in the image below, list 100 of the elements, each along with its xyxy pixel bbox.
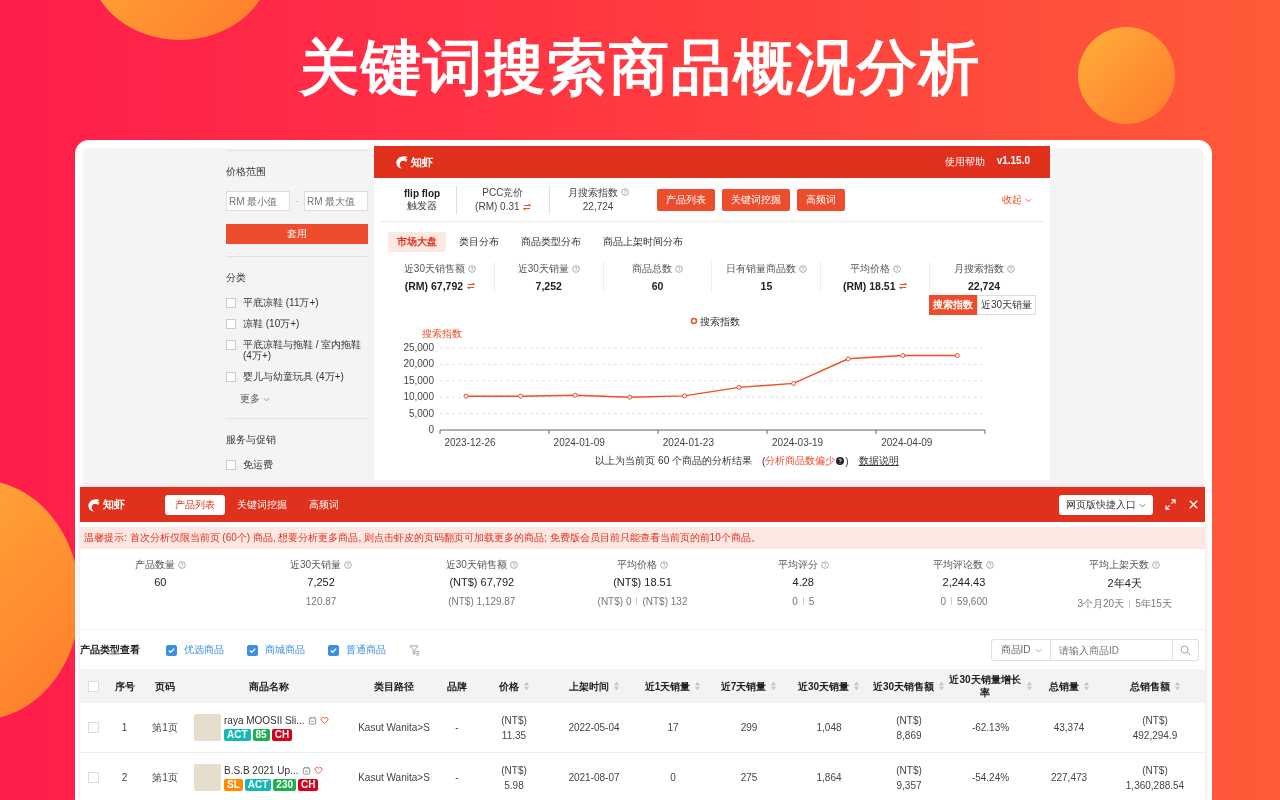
stat-label: 平均评分 xyxy=(777,558,818,572)
table-cell-text: 43,374 xyxy=(1052,721,1086,735)
product-tag: SL xyxy=(224,778,243,791)
result-summary: 以上为当前页 60 个商品的分析结果 xyxy=(595,454,752,468)
x-tick-label: 2024-01-09 xyxy=(553,437,605,448)
product-tag: CH xyxy=(271,728,293,741)
filter-label: 产品类型查看 xyxy=(80,643,140,657)
pcc-value: (RM) 0.31 xyxy=(475,200,520,214)
metric-label: 月搜索指数 xyxy=(953,262,1004,276)
product-tag: 230 xyxy=(273,778,297,791)
table-cell-text: Kasut Wanita>S xyxy=(357,721,431,735)
table-cell-text: - xyxy=(454,771,460,785)
table-cell-text: (NT$) 11.35 xyxy=(500,713,528,743)
y-tick-label: 20,000 xyxy=(403,358,434,370)
pcc-label: PCC竞价 xyxy=(481,186,525,200)
metric-value: (RM) 67,792 xyxy=(404,280,464,292)
section-title: 服务与促销 xyxy=(226,433,277,447)
table-cell-text: 2022-05-04 xyxy=(567,721,621,735)
stat-label: 近30天销售额 xyxy=(445,558,507,572)
table-cell-text: 227,473 xyxy=(1049,771,1089,785)
stat-range: 0 xyxy=(940,595,946,607)
table-cell-text: -54.24% xyxy=(970,771,1011,785)
stat-value: (NT$) 18.51 xyxy=(612,576,673,588)
parenthesis: ) xyxy=(845,455,849,467)
y-tick-label: 25,000 xyxy=(403,342,434,353)
keyword-text: flip flop xyxy=(404,187,441,199)
monthly-index-value: 22,724 xyxy=(581,200,615,214)
monthly-index-label: 月搜索指数 xyxy=(567,187,618,198)
table-cell-text: 17 xyxy=(666,721,680,735)
table-cell-text: 2 xyxy=(120,771,129,785)
metric-value: (RM) 18.51 xyxy=(842,280,896,292)
table-cell-text: (NT$) 8,869 xyxy=(895,713,923,743)
y-tick-label: 10,000 xyxy=(403,391,434,403)
table-cell-text: (NT$) 9,357 xyxy=(895,763,923,793)
table-cell-text: 0 xyxy=(669,771,677,785)
stat-value: 7,252 xyxy=(306,576,336,588)
table-cell-text: Kasut Wanita>S xyxy=(357,771,431,785)
metric-label: 日有销量商品数 xyxy=(725,262,796,276)
stat-range: (NT$) 1,129.87 xyxy=(448,595,516,607)
x-tick-label: 2024-03-19 xyxy=(772,437,824,448)
metric-label: 近30天销售额 xyxy=(403,262,465,276)
legend-label: 搜索指数 xyxy=(700,316,740,327)
logo-text: 知虾 xyxy=(103,497,125,512)
table-cell-text: 第1页 xyxy=(151,770,179,785)
product-tag: ACT xyxy=(244,778,272,791)
table-cell-text: -62.13% xyxy=(970,721,1011,735)
x-tick-label: 2024-04-09 xyxy=(881,437,933,448)
table-cell-text: (NT$) 5.98 xyxy=(500,763,528,793)
table-cell-text: 2021-08-07 xyxy=(567,771,621,785)
metric-value: 15 xyxy=(760,280,773,292)
metric-value: 60 xyxy=(651,280,664,292)
stat-range: 5年15天 xyxy=(1135,597,1172,611)
stat-range: 120.87 xyxy=(305,595,337,607)
y-tick-label: 15,000 xyxy=(403,374,434,386)
table-cell-text: 1,048 xyxy=(815,721,843,735)
table-cell-text: - xyxy=(454,721,460,735)
table-cell-text: 275 xyxy=(739,771,759,785)
stat-value: 4.28 xyxy=(791,576,815,588)
y-tick-label: 5,000 xyxy=(408,407,434,419)
metric-label: 商品总数 xyxy=(632,262,673,276)
stat-label: 平均价格 xyxy=(617,558,657,572)
section-title: 价格范围 xyxy=(226,165,267,179)
table-cell-text: 299 xyxy=(739,721,759,735)
keyword-translation: 触发器 xyxy=(406,199,439,213)
stat-label: 平均上架天数 xyxy=(1089,558,1150,572)
table-cell-text: 1,864 xyxy=(815,771,843,785)
product-tag: 85 xyxy=(252,728,270,741)
stat-value: 2,244.43 xyxy=(941,576,987,588)
stat-range: 5 xyxy=(808,595,815,607)
stat-range: (NT$) 0 xyxy=(597,595,632,607)
stat-value: 60 xyxy=(153,576,168,588)
stat-value: (NT$) 67,792 xyxy=(448,576,516,588)
table-cell-text: (NT$) 492,294.9 xyxy=(1131,713,1179,743)
product-tag: ACT xyxy=(224,728,251,741)
stat-label: 产品数量 xyxy=(134,558,175,572)
notice-text: 温馨提示: 首次分析仅限当前页 (60个) 商品, 想要分析更多商品, 则点击虾皮的页码翻页可加载更多的商品; 免费版会员目前只能查看当前页的前10个商品。 xyxy=(80,527,1205,549)
stat-value: 2年4天 xyxy=(1106,576,1143,591)
table-cell-text: 第1页 xyxy=(151,720,179,735)
product-tag: CH xyxy=(298,778,319,791)
stat-label: 平均评论数 xyxy=(933,558,984,572)
metric-label: 平均价格 xyxy=(849,262,890,276)
stat-label: 近30天销量 xyxy=(290,558,342,572)
y-tick-label: 0 xyxy=(428,424,434,435)
stat-range: 0 xyxy=(792,595,798,607)
table-cell-text: (NT$) 1,360,288.54 xyxy=(1124,763,1186,793)
x-tick-label: 2023-12-26 xyxy=(444,437,496,448)
parenthesis: ( xyxy=(762,455,766,467)
stat-range: (NT$) 132 xyxy=(642,595,688,607)
headline: 关键词搜索商品概况分析 xyxy=(299,33,981,103)
metric-label: 近30天销量 xyxy=(517,262,569,276)
y-axis-title: 搜索指数 xyxy=(422,328,462,339)
stat-range: 3个月20天 xyxy=(1077,597,1125,611)
section-title: 分类 xyxy=(226,271,247,285)
version-label: v1.15.0 xyxy=(996,155,1030,168)
stat-range: 59,600 xyxy=(956,595,988,607)
logo-text: 知虾 xyxy=(411,154,433,170)
x-tick-label: 2024-01-23 xyxy=(662,437,714,448)
metric-value: 7,252 xyxy=(535,280,562,292)
table-cell-text: 1 xyxy=(120,721,129,735)
metric-value: 22,724 xyxy=(968,280,1001,292)
